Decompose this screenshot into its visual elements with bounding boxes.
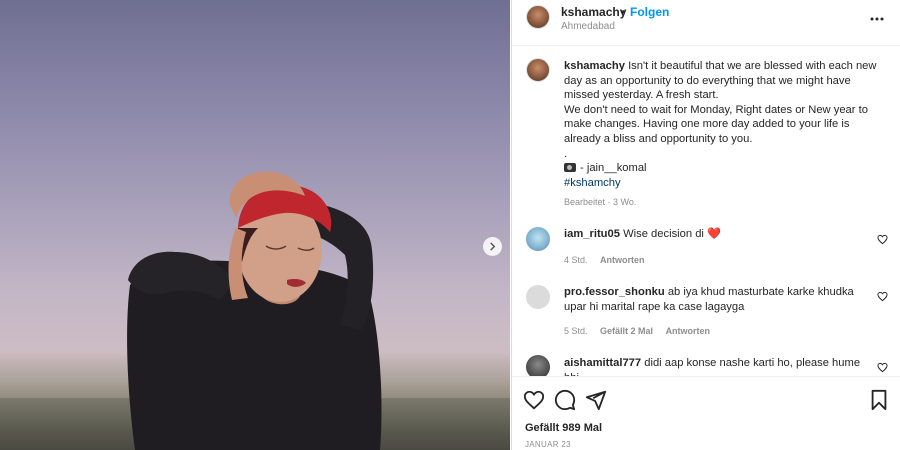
comment-body: pro.fessor_shonku ab iya khud masturbate… xyxy=(564,285,864,314)
reply-button[interactable]: Antworten xyxy=(666,326,711,336)
author-avatar[interactable] xyxy=(526,5,550,29)
comment-icon[interactable] xyxy=(554,389,576,411)
comment-time: 4 Std. xyxy=(564,255,588,265)
commenter-avatar[interactable] xyxy=(526,285,550,309)
post-location[interactable]: Ahmedabad xyxy=(561,21,615,32)
caption-avatar[interactable] xyxy=(526,58,550,82)
comment-username[interactable]: aishamittal777 xyxy=(564,357,641,369)
comment-time: 5 Std. xyxy=(564,326,588,336)
separator-dot: • xyxy=(621,5,626,19)
heart-emoji: ❤️ xyxy=(707,228,721,240)
next-image-button[interactable] xyxy=(483,237,502,256)
caption-text-2: We don't need to wait for Monday, Right … xyxy=(564,103,868,145)
post-caption: kshamachy Isn't it beautiful that we are… xyxy=(564,59,889,190)
hashtag-link[interactable]: #kshamchy xyxy=(564,177,621,189)
follow-button[interactable]: Folgen xyxy=(630,5,669,19)
caption-credit: - jain__komal xyxy=(580,162,647,175)
comment-text: Wise decision di xyxy=(623,228,704,240)
author-username[interactable]: kshamachy xyxy=(561,5,626,19)
chevron-right-icon xyxy=(490,242,496,251)
bookmark-icon[interactable] xyxy=(868,389,890,411)
caption-username[interactable]: kshamachy xyxy=(564,60,625,72)
comment-meta: 4 Std. Antworten xyxy=(564,255,655,265)
post-header: kshamachy • Folgen Ahmedabad xyxy=(512,0,900,46)
post-photo[interactable] xyxy=(0,0,510,450)
comment-like-icon[interactable] xyxy=(877,362,888,373)
more-icon[interactable] xyxy=(869,11,885,27)
post-side-panel: kshamachy • Folgen Ahmedabad kshamachy I… xyxy=(511,0,900,450)
comment-like-icon[interactable] xyxy=(877,234,888,245)
heart-icon[interactable] xyxy=(523,389,545,411)
post-actions: Gefällt 989 Mal JANUAR 23 xyxy=(512,376,900,450)
commenter-avatar[interactable] xyxy=(526,227,550,251)
comment-meta: 5 Std. Gefällt 2 Mal Antworten xyxy=(564,326,720,336)
comment-like-icon[interactable] xyxy=(877,291,888,302)
caption-dot: . xyxy=(564,147,568,160)
reply-button[interactable]: Antworten xyxy=(600,255,645,265)
share-icon[interactable] xyxy=(585,389,607,411)
comment-username[interactable]: pro.fessor_shonku xyxy=(564,286,665,298)
camera-icon xyxy=(564,163,576,173)
comment-username[interactable]: iam_ritu05 xyxy=(564,228,620,240)
caption-meta: Bearbeitet · 3 Wo. xyxy=(564,197,637,207)
comment-likes[interactable]: Gefällt 2 Mal xyxy=(600,326,653,336)
post-date: JANUAR 23 xyxy=(525,440,571,449)
person-figure xyxy=(127,171,382,450)
comment-body: iam_ritu05 Wise decision di ❤️ xyxy=(564,227,864,242)
likes-count[interactable]: Gefällt 989 Mal xyxy=(525,422,602,434)
